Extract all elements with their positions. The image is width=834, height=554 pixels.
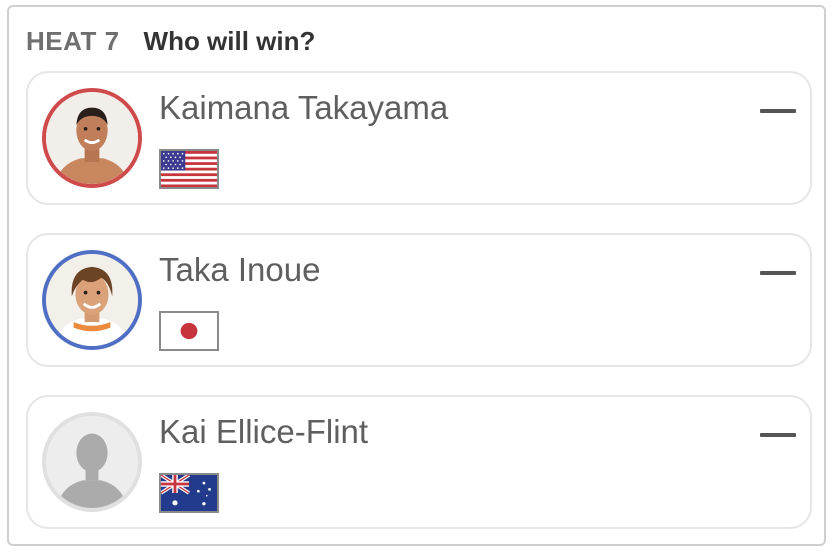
australia-flag-icon <box>159 473 219 513</box>
surfer-card-taka-inoue[interactable]: Taka Inoue <box>26 233 812 367</box>
avatar <box>42 250 142 350</box>
surfer-card-kai-ellice-flint[interactable]: Kai Ellice-Flint <box>26 395 812 529</box>
surfer-card-kaimana-takayama[interactable]: Kaimana Takayama <box>26 71 812 205</box>
avatar <box>42 412 142 512</box>
surfer-name: Taka Inoue <box>159 251 321 288</box>
no-selection-dash-icon[interactable] <box>760 433 796 437</box>
no-selection-dash-icon[interactable] <box>760 109 796 113</box>
us-flag-icon <box>159 149 219 189</box>
surfer-name: Kai Ellice-Flint <box>159 413 369 450</box>
panel-header: HEAT 7 Who will win? <box>26 24 315 58</box>
question-title: Who will win? <box>143 25 316 56</box>
japan-flag-icon <box>159 311 219 351</box>
who-will-win-panel: HEAT 7 Who will win? Kaimana Takayama Ta… <box>7 5 826 546</box>
avatar <box>42 88 142 188</box>
surfer-photo <box>46 92 138 184</box>
placeholder-avatar-icon <box>46 416 138 508</box>
surfer-name: Kaimana Takayama <box>159 89 449 126</box>
surfer-photo <box>46 254 138 346</box>
heat-label: HEAT 7 <box>26 25 120 56</box>
no-selection-dash-icon[interactable] <box>760 271 796 275</box>
